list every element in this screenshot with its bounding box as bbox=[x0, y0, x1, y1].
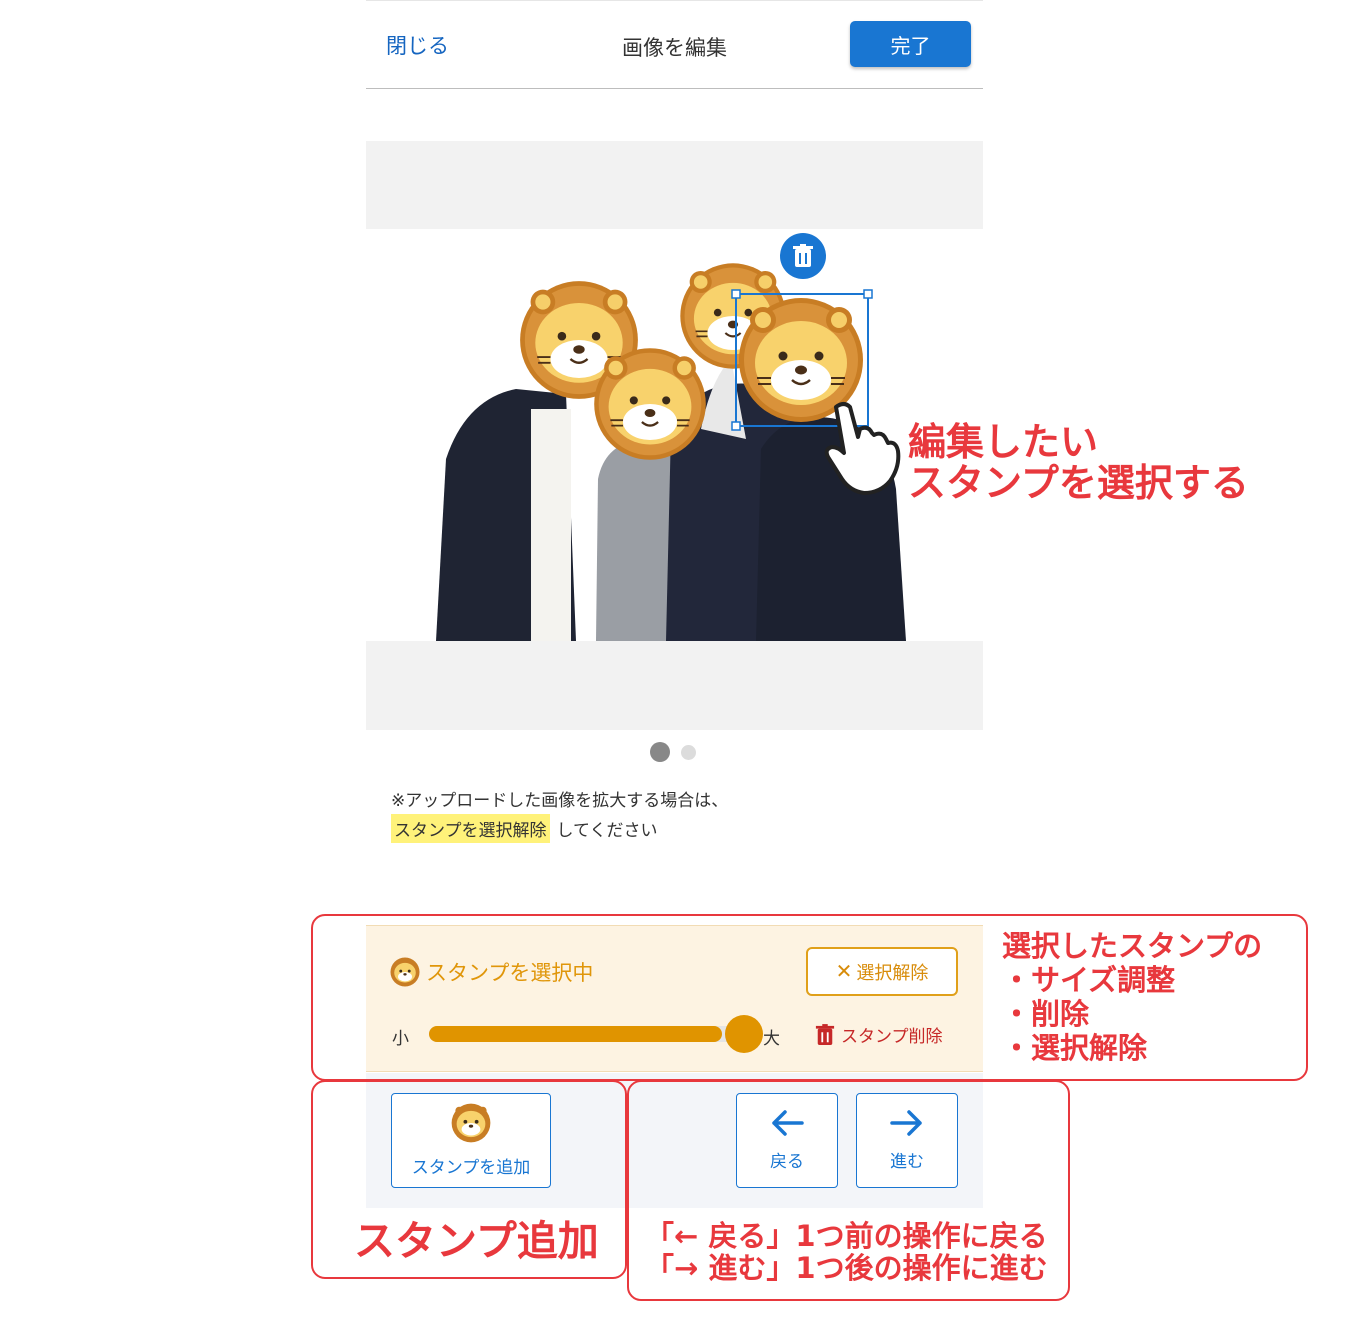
deselect-highlight: スタンプを選択解除 bbox=[391, 814, 550, 843]
annotation-select-stamp: 編集したい スタンプを選択する bbox=[908, 420, 1249, 506]
annotation-line: 選択したスタンプの bbox=[1002, 929, 1263, 963]
annotation-line: ・削除 bbox=[1002, 996, 1090, 1031]
edit-header: 閉じる 画像を編集 完了 bbox=[366, 0, 983, 89]
zoom-notice-line1: ※アップロードした画像を拡大する場合は、 bbox=[391, 791, 729, 811]
annotation-line: ・選択解除 bbox=[1002, 1030, 1148, 1065]
annotation-add-stamp: スタンプ追加 bbox=[354, 1217, 599, 1265]
annotation-line: 「→ 進む」1つ後の操作に進む bbox=[645, 1250, 1048, 1285]
annotation-line: ・サイズ調整 bbox=[1002, 962, 1176, 997]
done-button[interactable]: 完了 bbox=[850, 21, 971, 67]
delete-stamp-handle[interactable] bbox=[780, 233, 826, 279]
pager-dot[interactable] bbox=[681, 745, 696, 760]
annotation-line: スタンプを選択する bbox=[908, 461, 1249, 506]
notice-suffix: してください bbox=[556, 821, 658, 841]
photo-with-stamps[interactable] bbox=[366, 229, 983, 641]
annotation-undo-redo: 「← 戻る」1つ前の操作に戻る 「→ 進む」1つ後の操作に進む bbox=[645, 1219, 1048, 1285]
annotation-panel: 選択したスタンプの ・サイズ調整 ・削除 ・選択解除 bbox=[1002, 929, 1263, 1066]
trash-icon bbox=[793, 244, 813, 267]
pager-dot-active[interactable] bbox=[650, 742, 670, 762]
zoom-notice-line2: スタンプを選択解除 してください bbox=[391, 814, 657, 843]
annotation-line: 「← 戻る」1つ前の操作に戻る bbox=[645, 1219, 1048, 1253]
annotation-line: 編集したい bbox=[908, 420, 1099, 464]
